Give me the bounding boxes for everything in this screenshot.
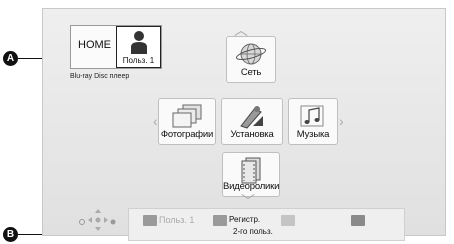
- left-arrow-icon[interactable]: ‹: [153, 114, 158, 128]
- tile-setup[interactable]: Установка: [221, 98, 283, 145]
- register-label-line2: 2-го польз.: [233, 227, 273, 236]
- home-label: HOME: [78, 39, 111, 51]
- tile-network[interactable]: Сеть: [226, 36, 276, 83]
- user-label: Польз. 1: [122, 56, 155, 65]
- tile-videos[interactable]: Видеоролики: [222, 152, 280, 197]
- right-arrow-icon[interactable]: ›: [339, 114, 344, 128]
- user1-switch-label: Польз. 1: [159, 215, 195, 225]
- red-button[interactable]: [143, 215, 157, 226]
- register-label-line1: Регистр.: [229, 215, 261, 224]
- player-label: Blu-ray Disc плеер: [70, 73, 130, 80]
- user-icon: [131, 31, 147, 54]
- callout-b: B: [3, 227, 18, 242]
- tile-setup-label: Установка: [230, 129, 274, 140]
- music-note-icon: [300, 105, 324, 127]
- globe-icon: [235, 43, 267, 65]
- color-button-bar: Польз. 1 Регистр. 2-го польз.: [128, 208, 405, 241]
- tile-videos-label: Видеоролики: [223, 181, 280, 192]
- tile-photos-label: Фотографии: [160, 129, 214, 140]
- film-icon: [241, 157, 261, 184]
- user-tile[interactable]: Польз. 1: [116, 26, 161, 68]
- green-button[interactable]: [213, 215, 227, 226]
- photo-frames-icon: [172, 104, 202, 128]
- tile-photos[interactable]: Фотографии: [158, 98, 216, 145]
- tile-network-label: Сеть: [240, 67, 262, 78]
- down-arrow-icon[interactable]: ﹀: [241, 194, 255, 208]
- dpad-icon: [79, 209, 116, 231]
- yellow-button[interactable]: [281, 215, 295, 226]
- up-arrow-icon[interactable]: ︿: [234, 23, 248, 37]
- tile-music-label: Музыка: [296, 129, 330, 140]
- callout-a: A: [3, 51, 18, 66]
- tile-music[interactable]: Музыка: [288, 98, 338, 145]
- setup-tools-icon: [240, 106, 263, 129]
- blue-button[interactable]: [351, 215, 365, 226]
